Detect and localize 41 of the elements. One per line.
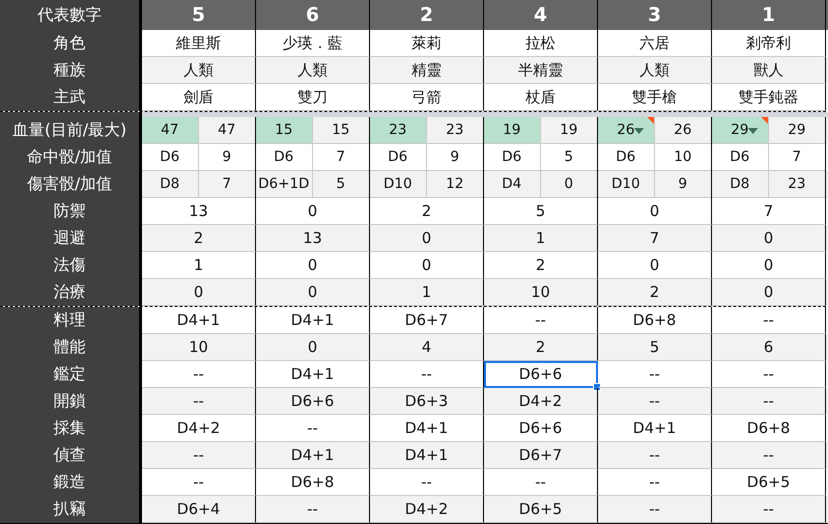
row-header: 治療 <box>0 279 142 306</box>
row-header: 鍛造 <box>0 469 142 496</box>
row-header: 傷害骰/加值 <box>0 171 142 198</box>
table-cell[interactable]: 2 <box>484 334 598 361</box>
row-header: 主武 <box>0 84 142 111</box>
table-cell[interactable]: D6+6 <box>484 361 598 388</box>
row-header: 料理 <box>0 307 142 334</box>
dropdown-arrow-icon[interactable] <box>748 128 758 134</box>
table-cell: 2 <box>598 279 712 306</box>
table-cell: 0 <box>142 279 256 306</box>
table-cell: 雙手槍 <box>598 84 712 111</box>
row-header: 命中骰/加值 <box>0 144 142 171</box>
table-cell: 23 <box>370 117 426 144</box>
dropdown-arrow-icon[interactable] <box>634 128 644 134</box>
table-cell: 47 <box>142 117 198 144</box>
row-header: 迴避 <box>0 225 142 252</box>
table-cell: 15 <box>256 117 312 144</box>
row-header: 體能 <box>0 334 142 361</box>
table-cell: 19 <box>484 117 540 144</box>
row-header: 扒竊 <box>0 496 142 523</box>
row-header: 角色 <box>0 30 142 57</box>
table-cell: 29 <box>712 117 768 144</box>
table-cell: 雙刀 <box>256 84 370 111</box>
row-header: 血量(目前/最大) <box>0 117 142 144</box>
table-cell: 雙手鈍器 <box>712 84 826 111</box>
row-header: 開鎖 <box>0 388 142 415</box>
row-header: 法傷 <box>0 252 142 279</box>
table-cell: 10 <box>484 279 598 306</box>
table-cell: 弓箭 <box>370 84 484 111</box>
table-cell: 1 <box>370 279 484 306</box>
table-cell: 杖盾 <box>484 84 598 111</box>
row-header: 鑑定 <box>0 361 142 388</box>
row-header: 防禦 <box>0 198 142 225</box>
table-cell: 0 <box>712 279 826 306</box>
row-header: 代表數字 <box>0 0 142 30</box>
row-header: 偵查 <box>0 442 142 469</box>
row-header: 種族 <box>0 57 142 84</box>
table-cell: 26 <box>598 117 654 144</box>
table-cell: 劍盾 <box>142 84 256 111</box>
table-cell: 0 <box>256 279 370 306</box>
row-header: 採集 <box>0 415 142 442</box>
